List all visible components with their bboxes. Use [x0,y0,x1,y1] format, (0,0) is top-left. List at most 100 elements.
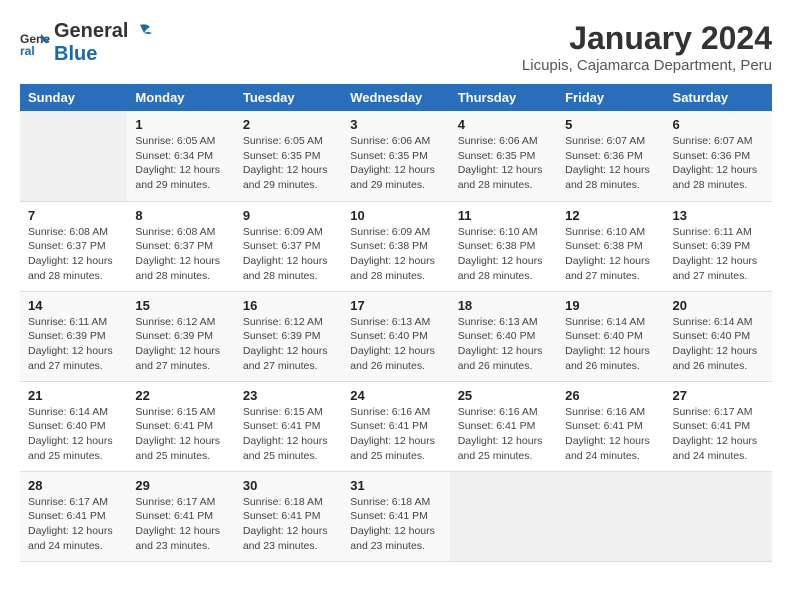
day-info: Sunrise: 6:16 AMSunset: 6:41 PMDaylight:… [565,405,656,464]
day-info: Sunrise: 6:07 AMSunset: 6:36 PMDaylight:… [565,134,656,193]
logo-icon: Gene ral [20,28,50,58]
day-info: Sunrise: 6:12 AMSunset: 6:39 PMDaylight:… [243,315,334,374]
calendar-week-row: 21 Sunrise: 6:14 AMSunset: 6:40 PMDayligh… [20,381,772,471]
calendar-cell: 7 Sunrise: 6:08 AMSunset: 6:37 PMDaylight… [20,201,127,291]
logo: Gene ral General Blue [20,20,152,66]
day-number: 27 [673,388,764,403]
weekday-header: Sunday [20,84,127,111]
calendar-week-row: 7 Sunrise: 6:08 AMSunset: 6:37 PMDaylight… [20,201,772,291]
day-number: 15 [135,298,226,313]
calendar-cell: 24 Sunrise: 6:16 AMSunset: 6:41 PMDayligh… [342,381,449,471]
day-info: Sunrise: 6:13 AMSunset: 6:40 PMDaylight:… [458,315,549,374]
day-info: Sunrise: 6:08 AMSunset: 6:37 PMDaylight:… [28,225,119,284]
page-subtitle: Licupis, Cajamarca Department, Peru [522,57,772,74]
day-info: Sunrise: 6:14 AMSunset: 6:40 PMDaylight:… [673,315,764,374]
day-info: Sunrise: 6:15 AMSunset: 6:41 PMDaylight:… [135,405,226,464]
calendar-cell: 27 Sunrise: 6:17 AMSunset: 6:41 PMDayligh… [665,381,772,471]
logo-bird-icon [130,21,152,43]
calendar-cell: 17 Sunrise: 6:13 AMSunset: 6:40 PMDayligh… [342,291,449,381]
calendar-cell: 29 Sunrise: 6:17 AMSunset: 6:41 PMDayligh… [127,471,234,561]
day-info: Sunrise: 6:18 AMSunset: 6:41 PMDaylight:… [243,495,334,554]
day-number: 4 [458,117,549,132]
day-number: 25 [458,388,549,403]
weekday-header: Friday [557,84,664,111]
svg-text:ral: ral [20,44,35,58]
day-number: 12 [565,208,656,223]
day-info: Sunrise: 6:17 AMSunset: 6:41 PMDaylight:… [135,495,226,554]
day-info: Sunrise: 6:11 AMSunset: 6:39 PMDaylight:… [28,315,119,374]
calendar-cell: 30Sunrise: 6:18 AMSunset: 6:41 PMDayligh… [235,471,342,561]
page-title: January 2024 [522,20,772,57]
calendar-cell: 28 Sunrise: 6:17 AMSunset: 6:41 PMDayligh… [20,471,127,561]
day-number: 24 [350,388,441,403]
day-number: 31 [350,478,441,493]
calendar-header: SundayMondayTuesdayWednesdayThursdayFrid… [20,84,772,111]
calendar-cell: 26Sunrise: 6:16 AMSunset: 6:41 PMDayligh… [557,381,664,471]
day-info: Sunrise: 6:15 AMSunset: 6:41 PMDaylight:… [243,405,334,464]
day-info: Sunrise: 6:14 AMSunset: 6:40 PMDaylight:… [28,405,119,464]
day-number: 10 [350,208,441,223]
day-number: 16 [243,298,334,313]
day-number: 28 [28,478,119,493]
day-info: Sunrise: 6:05 AMSunset: 6:34 PMDaylight:… [135,134,226,193]
day-number: 11 [458,208,549,223]
day-number: 9 [243,208,334,223]
calendar-cell: 6Sunrise: 6:07 AMSunset: 6:36 PMDaylight… [665,111,772,201]
day-info: Sunrise: 6:18 AMSunset: 6:41 PMDaylight:… [350,495,441,554]
calendar-table: SundayMondayTuesdayWednesdayThursdayFrid… [20,84,772,562]
calendar-cell: 16 Sunrise: 6:12 AMSunset: 6:39 PMDayligh… [235,291,342,381]
day-number: 14 [28,298,119,313]
calendar-week-row: 14 Sunrise: 6:11 AMSunset: 6:39 PMDayligh… [20,291,772,381]
calendar-cell: 22 Sunrise: 6:15 AMSunset: 6:41 PMDayligh… [127,381,234,471]
day-number: 2 [243,117,334,132]
day-number: 6 [673,117,764,132]
day-info: Sunrise: 6:05 AMSunset: 6:35 PMDaylight:… [243,134,334,193]
day-info: Sunrise: 6:17 AMSunset: 6:41 PMDaylight:… [28,495,119,554]
day-info: Sunrise: 6:08 AMSunset: 6:37 PMDaylight:… [135,225,226,284]
weekday-header: Wednesday [342,84,449,111]
day-number: 22 [135,388,226,403]
day-info: Sunrise: 6:12 AMSunset: 6:39 PMDaylight:… [135,315,226,374]
day-number: 7 [28,208,119,223]
day-info: Sunrise: 6:10 AMSunset: 6:38 PMDaylight:… [458,225,549,284]
calendar-cell: 4Sunrise: 6:06 AMSunset: 6:35 PMDaylight… [450,111,557,201]
day-info: Sunrise: 6:16 AMSunset: 6:41 PMDaylight:… [350,405,441,464]
day-info: Sunrise: 6:09 AMSunset: 6:37 PMDaylight:… [243,225,334,284]
logo-text-blue: Blue [54,43,152,66]
day-info: Sunrise: 6:13 AMSunset: 6:40 PMDaylight:… [350,315,441,374]
day-info: Sunrise: 6:14 AMSunset: 6:40 PMDaylight:… [565,315,656,374]
calendar-cell [20,111,127,201]
calendar-cell: 25 Sunrise: 6:16 AMSunset: 6:41 PMDayligh… [450,381,557,471]
day-number: 23 [243,388,334,403]
page-header: Gene ral General Blue January 2024 Licup… [20,20,772,74]
day-number: 1 [135,117,226,132]
calendar-cell: 13Sunrise: 6:11 AMSunset: 6:39 PMDayligh… [665,201,772,291]
calendar-cell: 9 Sunrise: 6:09 AMSunset: 6:37 PMDaylight… [235,201,342,291]
day-number: 29 [135,478,226,493]
calendar-cell: 2 Sunrise: 6:05 AMSunset: 6:35 PMDaylight… [235,111,342,201]
calendar-cell: 11 Sunrise: 6:10 AMSunset: 6:38 PMDayligh… [450,201,557,291]
day-number: 21 [28,388,119,403]
calendar-body: 1 Sunrise: 6:05 AMSunset: 6:34 PMDaylight… [20,111,772,561]
title-area: January 2024 Licupis, Cajamarca Departme… [522,20,772,74]
calendar-cell: 15 Sunrise: 6:12 AMSunset: 6:39 PMDayligh… [127,291,234,381]
calendar-cell: 1 Sunrise: 6:05 AMSunset: 6:34 PMDaylight… [127,111,234,201]
day-info: Sunrise: 6:06 AMSunset: 6:35 PMDaylight:… [350,134,441,193]
calendar-cell: 31 Sunrise: 6:18 AMSunset: 6:41 PMDayligh… [342,471,449,561]
calendar-cell: 8Sunrise: 6:08 AMSunset: 6:37 PMDaylight… [127,201,234,291]
calendar-cell: 14 Sunrise: 6:11 AMSunset: 6:39 PMDayligh… [20,291,127,381]
calendar-week-row: 28 Sunrise: 6:17 AMSunset: 6:41 PMDayligh… [20,471,772,561]
day-number: 5 [565,117,656,132]
day-info: Sunrise: 6:17 AMSunset: 6:41 PMDaylight:… [673,405,764,464]
day-info: Sunrise: 6:16 AMSunset: 6:41 PMDaylight:… [458,405,549,464]
calendar-cell: 10 Sunrise: 6:09 AMSunset: 6:38 PMDayligh… [342,201,449,291]
logo-text-general: General [54,20,128,43]
day-number: 20 [673,298,764,313]
calendar-cell: 23 Sunrise: 6:15 AMSunset: 6:41 PMDayligh… [235,381,342,471]
day-info: Sunrise: 6:09 AMSunset: 6:38 PMDaylight:… [350,225,441,284]
calendar-cell: 3Sunrise: 6:06 AMSunset: 6:35 PMDaylight… [342,111,449,201]
weekday-header: Thursday [450,84,557,111]
calendar-week-row: 1 Sunrise: 6:05 AMSunset: 6:34 PMDaylight… [20,111,772,201]
day-number: 17 [350,298,441,313]
day-number: 19 [565,298,656,313]
